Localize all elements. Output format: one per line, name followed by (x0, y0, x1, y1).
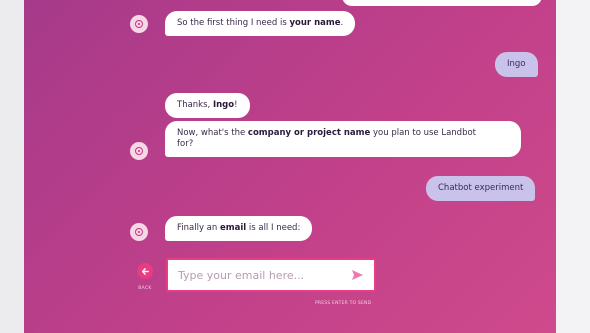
message-bold: your name (289, 18, 341, 28)
message-text: ! (234, 100, 238, 110)
press-enter-hint: PRESS ENTER TO SEND (315, 301, 372, 306)
bot-message: Finally an email is all I need: (165, 216, 313, 241)
message-text: So the first thing I need is (177, 18, 290, 28)
message-text: . (340, 18, 344, 28)
back-label: BACK (138, 286, 152, 291)
arrow-left-icon (141, 267, 149, 275)
message-bold: Ingo (212, 100, 235, 110)
message-bold: email (219, 223, 247, 233)
message-text: you plan to use Landbot (370, 128, 477, 138)
message-line: Now, what's the company or project name … (177, 128, 509, 139)
message-bold: company or project name (247, 128, 371, 138)
bot-avatar-icon (130, 223, 148, 241)
user-message: Chatbot experiment (426, 176, 536, 201)
message-text: Now, what's the (177, 128, 248, 138)
message-text: Chatbot experiment (438, 183, 524, 193)
bot-avatar-icon (130, 15, 148, 33)
bot-message: Thanks, Ingo! (165, 93, 250, 118)
page-margin (556, 0, 590, 333)
message-text: is all I need: (246, 223, 301, 233)
back-button[interactable] (137, 263, 153, 279)
message-text: Ingo (507, 59, 526, 69)
send-button[interactable] (350, 268, 364, 282)
send-arrow-icon (351, 270, 363, 280)
email-input[interactable] (178, 267, 338, 283)
message-line: for? (177, 139, 194, 149)
email-input-container (166, 258, 376, 292)
bot-message: So the first thing I need is your name. (165, 11, 356, 36)
message-text: Finally an (177, 223, 220, 233)
user-message: Ingo (495, 52, 538, 77)
previous-message-bubble (342, 0, 542, 6)
bot-avatar-icon (130, 142, 148, 160)
bot-message: Now, what's the company or project name … (165, 121, 521, 157)
message-text: Thanks, (177, 100, 213, 110)
